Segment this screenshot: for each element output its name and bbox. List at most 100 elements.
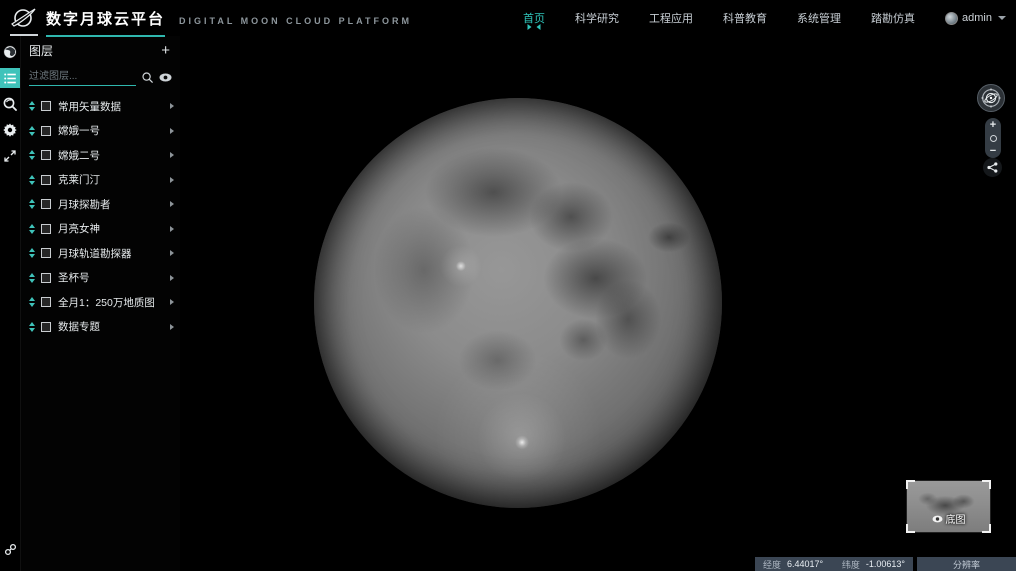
layer-row[interactable]: 克莱门汀 [21,168,180,193]
layer-list: 常用矢量数据 嫦娥一号 嫦娥二号 克莱门汀 [21,94,180,339]
settings-gear-icon[interactable] [0,120,20,140]
drag-handle-icon[interactable] [29,297,35,307]
layer-checkbox[interactable] [41,150,51,160]
layer-checkbox[interactable] [41,224,51,234]
layer-row[interactable]: 常用矢量数据 [21,94,180,119]
layer-label: 克莱门汀 [58,172,170,187]
brand: 数字月球云平台 DIGITAL MOON CLOUD PLATFORM [46,8,412,29]
layer-checkbox[interactable] [41,248,51,258]
layer-row[interactable]: 嫦娥二号 [21,143,180,168]
link-icon[interactable] [0,539,20,559]
drag-handle-icon[interactable] [29,224,35,234]
layer-label: 月球轨道勘探器 [58,246,170,261]
compass-control[interactable] [977,84,1005,112]
layer-checkbox[interactable] [41,175,51,185]
minimap-label[interactable]: 底图 [932,511,966,526]
chevron-right-icon[interactable] [170,299,174,305]
nav-item-system[interactable]: 系统管理 [797,10,841,26]
layer-filter-row [21,62,180,86]
app-logo[interactable] [0,6,46,30]
latitude-value: -1.00613° [866,559,905,569]
layer-row[interactable]: 圣杯号 [21,266,180,291]
drag-handle-icon[interactable] [29,101,35,111]
minimap-corner-bracket [906,524,915,533]
layer-row[interactable]: 月球轨道勘探器 [21,241,180,266]
layer-row[interactable]: 嫦娥一号 [21,119,180,144]
layer-label: 常用矢量数据 [58,99,170,114]
eye-icon [932,515,943,523]
nav-item-science[interactable]: 科学研究 [575,10,619,26]
globe-icon[interactable] [0,42,20,62]
layer-checkbox[interactable] [41,322,51,332]
share-icon [987,162,998,173]
search-globe-icon[interactable] [0,94,20,114]
longitude-value: 6.44017° [787,559,823,569]
drag-handle-icon[interactable] [29,199,35,209]
chevron-right-icon[interactable] [170,275,174,281]
layer-row[interactable]: 月球探勘者 [21,192,180,217]
nav-item-education[interactable]: 科普教育 [723,10,767,26]
layer-panel-header: 图层 + [21,38,180,62]
app-stage: + − 底图 [0,0,1016,571]
share-button[interactable] [983,158,1002,177]
drag-handle-icon[interactable] [29,126,35,136]
nav-item-engineering[interactable]: 工程应用 [649,10,693,26]
layer-checkbox[interactable] [41,101,51,111]
resolution-bar: 分辨率 [917,557,1016,571]
chevron-right-icon[interactable] [170,226,174,232]
nav-item-home[interactable]: 首页 [523,10,545,26]
drag-handle-icon[interactable] [29,175,35,185]
layer-label: 全月1：250万地质图 [58,295,170,310]
chevron-right-icon[interactable] [170,103,174,109]
layer-row[interactable]: 全月1：250万地质图 [21,290,180,315]
map-viewport[interactable]: + − 底图 [180,36,1016,571]
drag-handle-icon[interactable] [29,322,35,332]
layer-row[interactable]: 月亮女神 [21,217,180,242]
chevron-right-icon[interactable] [170,324,174,330]
layer-label: 数据专题 [58,319,170,334]
app-subtitle: DIGITAL MOON CLOUD PLATFORM [179,16,412,26]
main-nav: 首页 科学研究 工程应用 科普教育 系统管理 踏勘仿真 admin [523,0,1006,36]
drag-handle-icon[interactable] [29,273,35,283]
search-icon[interactable] [142,72,153,83]
chevron-right-icon[interactable] [170,152,174,158]
fullscreen-expand-icon[interactable] [0,146,20,166]
layer-panel: 图层 + 常用矢量数据 嫦娥一号 [20,36,180,571]
zoom-in-button[interactable]: + [990,120,996,130]
nav-item-survey-sim[interactable]: 踏勘仿真 [871,10,915,26]
reset-view-icon[interactable] [990,135,997,142]
layer-checkbox[interactable] [41,297,51,307]
moon-swoosh-logo-icon [10,6,36,30]
layer-label: 月亮女神 [58,221,170,236]
resolution-label: 分辨率 [953,558,980,571]
chevron-right-icon[interactable] [170,201,174,207]
tool-rail [0,36,20,571]
chevron-right-icon[interactable] [170,128,174,134]
chevron-right-icon[interactable] [170,177,174,183]
user-menu[interactable]: admin [945,12,1006,25]
drag-handle-icon[interactable] [29,150,35,160]
chevron-down-icon [998,16,1006,20]
zoom-out-button[interactable]: − [990,146,996,156]
add-layer-button[interactable]: + [161,43,170,58]
eye-icon[interactable] [159,73,172,82]
layer-row[interactable]: 数据专题 [21,315,180,340]
minimap-overview[interactable]: 底图 [907,481,990,532]
coordinates-bar: 经度 6.44017° 纬度 -1.00613° [755,557,913,571]
layer-label: 圣杯号 [58,270,170,285]
drag-handle-icon[interactable] [29,248,35,258]
user-name: admin [962,12,992,24]
active-nav-indicator [528,24,541,30]
layer-checkbox[interactable] [41,199,51,209]
moon-globe[interactable] [314,98,722,508]
app-header: 数字月球云平台 DIGITAL MOON CLOUD PLATFORM 首页 科… [0,0,1016,36]
app-title: 数字月球云平台 [46,8,165,29]
layer-filter-input[interactable] [29,68,136,86]
layer-label: 月球探勘者 [58,197,170,212]
chevron-right-icon[interactable] [170,250,174,256]
layers-list-icon[interactable] [0,68,20,88]
layer-checkbox[interactable] [41,126,51,136]
layer-checkbox[interactable] [41,273,51,283]
layer-panel-title: 图层 [29,42,53,59]
layer-label: 嫦娥二号 [58,148,170,163]
